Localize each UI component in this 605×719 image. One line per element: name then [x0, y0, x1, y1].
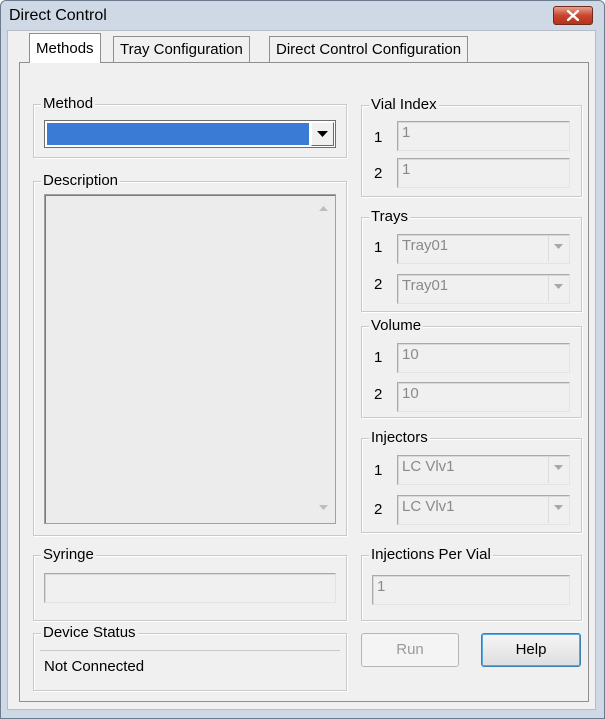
tab-methods-label: Methods [36, 40, 94, 57]
tray-2-value: Tray01 [402, 277, 449, 294]
tray-2-dropdown-button[interactable] [548, 276, 568, 302]
chevron-down-icon [554, 284, 563, 289]
run-button[interactable]: Run [361, 633, 459, 667]
description-group-label: Description [41, 172, 121, 190]
chevron-down-icon [554, 465, 563, 470]
chevron-down-icon [317, 131, 328, 137]
close-button[interactable] [553, 6, 593, 25]
method-dropdown[interactable] [44, 120, 336, 148]
trays-row-1-number: 1 [374, 239, 383, 256]
device-status-field: Not Connected [40, 650, 340, 684]
scroll-up-icon [319, 206, 328, 211]
chevron-down-icon [554, 244, 563, 249]
vial-index-group-label: Vial Index [369, 96, 439, 114]
description-scrollbar[interactable] [313, 196, 334, 522]
tab-tray-configuration[interactable]: Tray Configuration [113, 36, 250, 62]
scroll-down-icon [319, 505, 328, 510]
trays-row-2-number: 2 [374, 276, 383, 293]
injector-2-dropdown-button[interactable] [548, 497, 568, 523]
volume-group-label: Volume [369, 317, 424, 335]
syringe-group-label: Syringe [41, 546, 96, 564]
vial-index-row-1-number: 1 [374, 129, 383, 146]
title-bar[interactable]: Direct Control [1, 1, 604, 31]
tray-1-dropdown-button[interactable] [548, 236, 568, 262]
tab-direct-control-configuration[interactable]: Direct Control Configuration [269, 36, 469, 62]
vial-index-2-input[interactable]: 1 [397, 158, 570, 188]
syringe-field [44, 573, 336, 603]
injections-per-vial-value: 1 [377, 578, 386, 595]
description-textarea[interactable] [44, 194, 336, 524]
help-button-label: Help [515, 641, 547, 658]
chevron-down-icon [554, 505, 563, 510]
method-selected-value [47, 123, 309, 145]
tray-1-dropdown[interactable]: Tray01 [397, 234, 570, 264]
injector-1-dropdown[interactable]: LC Vlv1 [397, 455, 570, 485]
window-title: Direct Control [9, 7, 107, 24]
injectors-row-2-number: 2 [374, 501, 383, 518]
tab-methods[interactable]: Methods [29, 33, 101, 63]
tray-2-dropdown[interactable]: Tray01 [397, 274, 570, 304]
injector-2-dropdown[interactable]: LC Vlv1 [397, 495, 570, 525]
trays-group-label: Trays [369, 208, 410, 226]
vial-index-1-value: 1 [402, 124, 411, 141]
injectors-row-1-number: 1 [374, 462, 383, 479]
volume-1-input[interactable]: 10 [397, 343, 570, 373]
method-group-label: Method [41, 95, 96, 113]
volume-row-2-number: 2 [374, 386, 383, 403]
vial-index-2-value: 1 [402, 161, 411, 178]
injector-1-value: LC Vlv1 [402, 458, 455, 475]
close-icon [567, 10, 579, 21]
run-button-label: Run [396, 641, 424, 658]
device-status-group-label: Device Status [41, 624, 138, 642]
injections-per-vial-group-label: Injections Per Vial [369, 546, 493, 564]
injectors-group-label: Injectors [369, 429, 430, 447]
volume-2-input[interactable]: 10 [397, 382, 570, 412]
injector-1-dropdown-button[interactable] [548, 457, 568, 483]
volume-2-value: 10 [402, 385, 419, 402]
method-dropdown-button[interactable] [311, 122, 334, 146]
device-status-value: Not Connected [44, 658, 145, 675]
tab-tray-configuration-label: Tray Configuration [120, 41, 243, 58]
injections-per-vial-input[interactable]: 1 [372, 575, 570, 605]
volume-row-1-number: 1 [374, 349, 383, 366]
help-button[interactable]: Help [481, 633, 581, 667]
injector-2-value: LC Vlv1 [402, 498, 455, 515]
tray-1-value: Tray01 [402, 237, 449, 254]
vial-index-row-2-number: 2 [374, 165, 383, 182]
vial-index-1-input[interactable]: 1 [397, 121, 570, 151]
volume-1-value: 10 [402, 346, 419, 363]
tab-direct-control-configuration-label: Direct Control Configuration [276, 41, 462, 58]
